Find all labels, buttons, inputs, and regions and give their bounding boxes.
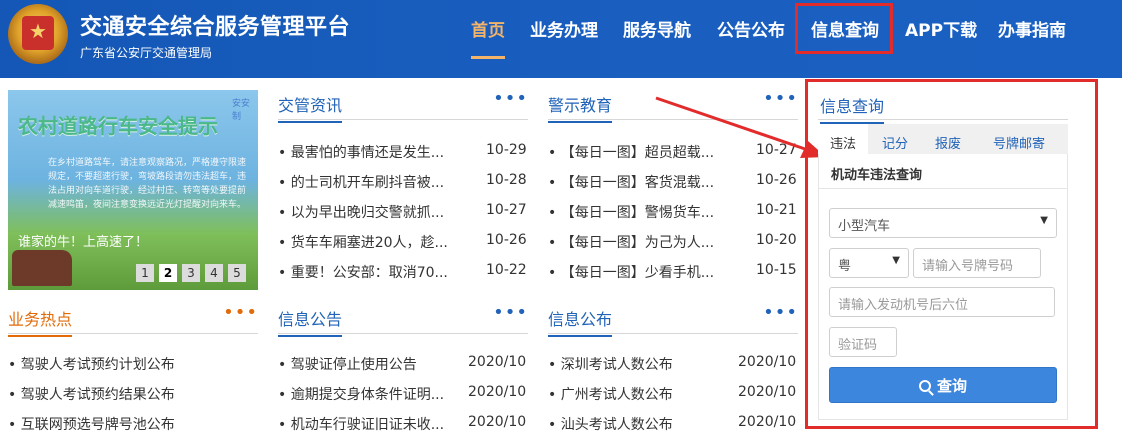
form-title: 机动车违法查询 — [831, 168, 923, 183]
engine-number-input[interactable]: 请输入发动机号后六位 — [829, 287, 1055, 317]
captcha-input[interactable]: 验证码 — [829, 327, 897, 357]
dropdown-arrow-icon: ▼ — [1040, 215, 1048, 226]
province-select[interactable]: 粤 ▼ — [829, 248, 909, 278]
dropdown-arrow-icon: ▼ — [892, 255, 900, 266]
divider — [819, 188, 1067, 189]
tab-violation[interactable]: 违法 — [818, 124, 869, 154]
vehicle-type-select[interactable]: 小型汽车 ▼ — [829, 208, 1057, 238]
info-query-panel: 信息查询 违法 记分 报废 号牌邮寄 机动车违法查询 小型汽车 ▼ 粤 ▼ 请输… — [818, 90, 1070, 420]
query-button[interactable]: 查询 — [829, 367, 1057, 403]
tab-scrap[interactable]: 报废 — [935, 133, 961, 152]
query-header: 信息查询 — [818, 90, 1068, 124]
tab-points[interactable]: 记分 — [882, 133, 908, 152]
violation-query-form: 机动车违法查询 小型汽车 ▼ 粤 ▼ 请输入号牌号码 请输入发动机号后六位 验证… — [818, 154, 1068, 420]
tab-plate-mail[interactable]: 号牌邮寄 — [993, 133, 1045, 152]
query-tabs: 违法 记分 报废 号牌邮寄 — [818, 124, 1068, 154]
search-icon — [918, 380, 931, 392]
plate-number-input[interactable]: 请输入号牌号码 — [913, 248, 1041, 278]
query-title: 信息查询 — [820, 93, 885, 124]
